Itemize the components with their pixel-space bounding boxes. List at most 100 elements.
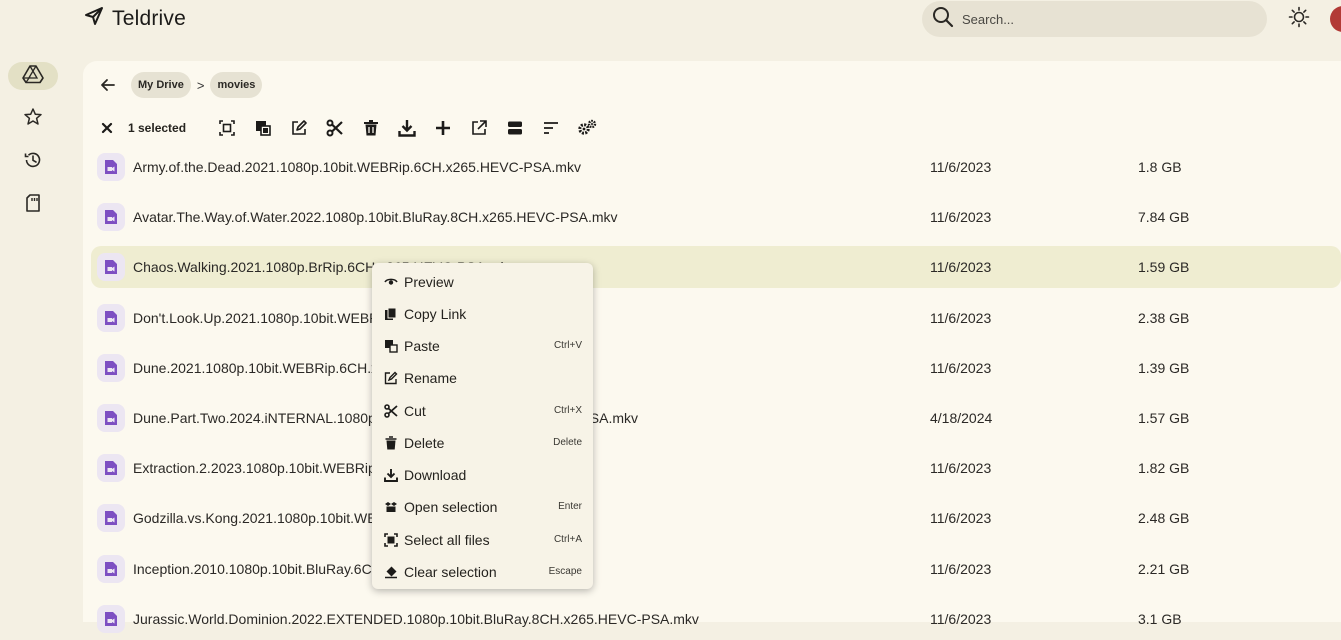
paste-button[interactable] [252,117,274,139]
table-row-selected[interactable]: Chaos.Walking.2021.1080p.BrRip.6CH.x265.… [91,246,1341,288]
open-external-button[interactable] [468,117,490,139]
file-date: 11/6/2023 [930,611,992,627]
menu-item-label: Open selection [404,499,498,515]
table-row[interactable]: Godzilla.vs.Kong.2021.1080p.10bit.WEBRip… [91,497,1341,539]
paste-icon [383,338,398,353]
select-all-icon [219,120,235,136]
menu-item-cut[interactable]: Cut Ctrl+X [372,394,593,426]
paste-icon [256,121,271,136]
file-size: 2.38 GB [1138,310,1190,326]
menu-item-open-selection[interactable]: Open selection Enter [372,490,593,522]
menu-item-delete[interactable]: Delete Delete [372,426,593,458]
menu-item-label: Preview [404,274,454,290]
video-file-icon [97,454,125,482]
video-file-icon [97,404,125,432]
menu-item-paste[interactable]: Paste Ctrl+V [372,329,593,361]
menu-item-shortcut: Ctrl+X [553,405,582,416]
file-date: 11/6/2023 [930,159,992,175]
menu-item-shortcut: Ctrl+V [553,340,582,351]
breadcrumb-separator: > [196,77,205,93]
breadcrumb-my-drive[interactable]: My Drive [131,72,191,98]
file-date: 11/6/2023 [930,259,992,275]
arrow-left-icon [101,79,115,91]
table-row[interactable]: Inception.2010.1080p.10bit.BluRay.6CH.x2… [91,548,1341,590]
back-button[interactable] [97,72,119,98]
video-file-icon [97,253,125,281]
sd-card-icon [24,193,42,218]
table-row[interactable]: Extraction.2.2023.1080p.10bit.WEBRip.6CH… [91,447,1341,489]
search-bar[interactable] [922,1,1267,37]
file-date: 11/6/2023 [930,510,992,526]
menu-item-clear-selection[interactable]: Clear selection Escape [372,555,593,587]
add-button[interactable] [432,117,454,139]
paper-plane-icon [84,6,104,31]
plus-icon [436,121,451,135]
menu-item-label: Select all files [404,532,490,548]
sort-button[interactable] [540,117,562,139]
selection-toolbar: 1 selected [97,115,612,141]
open-box-icon [383,499,398,514]
menu-item-download[interactable]: Download [372,458,593,490]
menu-item-shortcut: Delete [553,437,582,448]
menu-item-copy-link[interactable]: Copy Link [372,297,593,329]
drive-icon [22,64,44,89]
app-title: Teldrive [112,6,186,30]
rename-button[interactable] [288,117,310,139]
file-size: 7.84 GB [1138,209,1190,225]
nav-recent[interactable] [8,148,58,176]
table-row[interactable]: Don't.Look.Up.2021.1080p.10bit.WEBRip.6C… [91,297,1341,339]
menu-item-label: Download [404,467,467,483]
menu-item-label: Clear selection [404,564,497,580]
file-browser-panel: My Drive > movies 1 selected Army.of.the… [83,61,1341,633]
avatar[interactable] [1330,6,1341,32]
menu-item-label: Copy Link [404,306,467,322]
trash-icon [364,120,379,136]
list-view-icon [508,121,523,135]
settings-button[interactable] [576,117,598,139]
nav-starred[interactable] [8,105,58,133]
menu-item-preview[interactable]: Preview [372,265,593,297]
view-toggle-button[interactable] [504,117,526,139]
gears-icon [578,119,597,135]
edit-icon [383,370,398,385]
breadcrumb-movies[interactable]: movies [210,72,263,98]
file-date: 4/18/2024 [930,410,993,426]
download-icon [383,467,398,482]
sun-icon [1288,6,1310,33]
download-button[interactable] [396,117,418,139]
app-logo[interactable]: Teldrive [84,6,186,31]
table-row[interactable]: Army.of.the.Dead.2021.1080p.10bit.WEBRip… [91,146,1341,188]
search-icon [932,6,954,33]
file-date: 11/6/2023 [930,561,992,577]
table-row[interactable]: Jurassic.World.Dominion.2022.EXTENDED.10… [91,598,1341,640]
file-name: Avatar.The.Way.of.Water.2022.1080p.10bit… [133,209,618,225]
file-date: 11/6/2023 [930,209,992,225]
table-row[interactable]: Dune.2021.1080p.10bit.WEBRip.6CH.x265.HE… [91,347,1341,389]
menu-item-label: Rename [404,370,457,386]
search-input[interactable] [960,10,1244,28]
menu-item-shortcut: Enter [558,501,582,512]
menu-item-label: Delete [404,435,445,451]
file-name: Army.of.the.Dead.2021.1080p.10bit.WEBRip… [133,159,581,175]
file-date: 11/6/2023 [930,310,992,326]
file-size: 1.82 GB [1138,460,1190,476]
table-row[interactable]: Dune.Part.Two.2024.iNTERNAL.1080p.10bit.… [91,397,1341,439]
table-row[interactable]: Avatar.The.Way.of.Water.2022.1080p.10bit… [91,196,1341,238]
theme-toggle-button[interactable] [1286,6,1312,32]
menu-item-select-all[interactable]: Select all files Ctrl+A [372,523,593,555]
select-all-button[interactable] [216,117,238,139]
nav-storage[interactable] [8,191,58,219]
menu-item-rename[interactable]: Rename [372,361,593,393]
video-file-icon [97,605,125,633]
file-size: 2.21 GB [1138,561,1190,577]
cut-button[interactable] [324,117,346,139]
file-size: 2.48 GB [1138,510,1190,526]
delete-button[interactable] [360,117,382,139]
clear-selection-button[interactable] [99,120,115,136]
video-file-icon [97,555,125,583]
close-icon [101,122,113,134]
file-size: 3.1 GB [1138,611,1182,627]
select-all-icon [383,532,398,547]
nav-my-drive[interactable] [8,62,58,90]
file-date: 11/6/2023 [930,360,992,376]
